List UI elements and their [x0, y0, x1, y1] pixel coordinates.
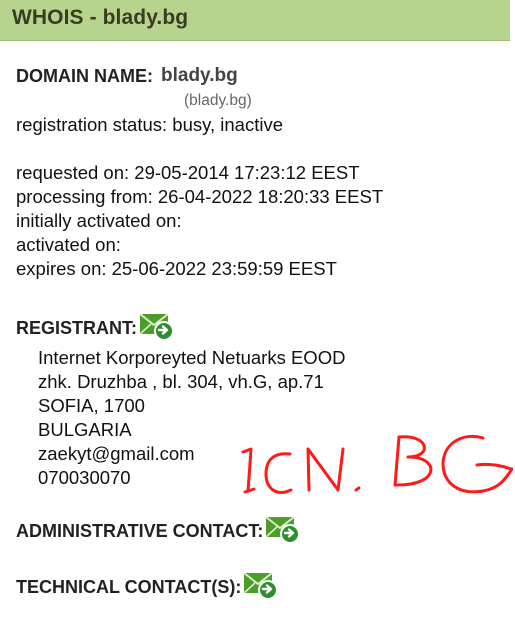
registrant-street: zhk. Druzhba , bl. 304, vh.G, ap.71 — [38, 371, 324, 392]
mail-forward-icon[interactable] — [243, 570, 279, 600]
mail-forward-icon[interactable] — [139, 311, 175, 341]
page-title: WHOIS - blady.bg — [12, 6, 189, 29]
handwritten-annotation — [241, 435, 513, 494]
domain-name-label: DOMAIN NAME: — [16, 66, 153, 86]
administrative-contact-heading: ADMINISTRATIVE CONTACT: — [16, 516, 506, 546]
requested-on: requested on: 29-05-2014 17:23:12 EEST — [16, 162, 360, 183]
administrative-contact-label: ADMINISTRATIVE CONTACT: — [16, 521, 264, 541]
registrant-name: Internet Korporeyted Netuarks EOOD — [38, 347, 346, 368]
activated-on: activated on: — [16, 234, 121, 255]
date-list: requested on: 29-05-2014 17:23:12 EEST p… — [16, 161, 506, 281]
processing-from: processing from: 26-04-2022 18:20:33 EES… — [16, 186, 384, 207]
registrant-heading: REGISTRANT: — [16, 313, 506, 343]
whois-page: WHOIS - blady.bg DOMAIN NAME: blady.bg (… — [0, 0, 515, 639]
whois-content: DOMAIN NAME: blady.bg (blady.bg) registr… — [16, 64, 506, 602]
whois-header: WHOIS - blady.bg — [0, 0, 510, 41]
initially-activated-on: initially activated on: — [16, 210, 182, 231]
registrant-label: REGISTRANT: — [16, 318, 137, 338]
technical-contact-label: TECHNICAL CONTACT(S): — [16, 577, 242, 597]
domain-name-value: blady.bg — [161, 65, 238, 86]
domain-name-row: DOMAIN NAME: blady.bg — [16, 64, 506, 88]
domain-name-subvalue: (blady.bg) — [184, 92, 252, 109]
mail-forward-icon[interactable] — [265, 514, 301, 544]
registrant-city: SOFIA, 1700 — [38, 395, 145, 416]
registration-status: registration status: busy, inactive — [16, 114, 284, 135]
expires-on: expires on: 25-06-2022 23:59:59 EEST — [16, 258, 337, 279]
technical-contact-heading: TECHNICAL CONTACT(S): — [16, 572, 506, 602]
